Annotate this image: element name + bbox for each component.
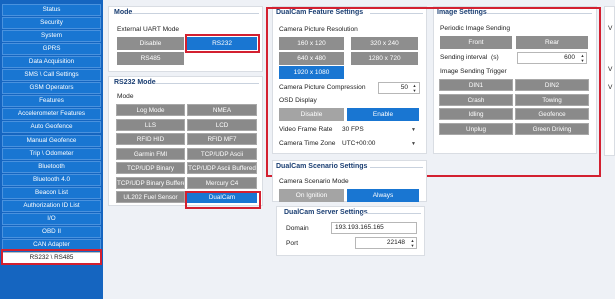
sidebar-item-sms-call-settings[interactable]: SMS \ Call Settings [2,69,101,82]
sidebar-item-system[interactable]: System [2,30,101,43]
sidebar-item-security[interactable]: Security [2,17,101,30]
scenario-title: DualCam Scenario Settings [276,163,368,170]
uart-mode-label: External UART Mode [117,26,180,33]
sidebar-item-data-acquisition[interactable]: Data Acquisition [2,56,101,69]
scenario-mode-label: Camera Scenario Mode [279,178,349,185]
port-stepper-icon[interactable]: ▲ ▼ [409,238,416,248]
port-input[interactable]: 22148 [355,237,417,249]
rs232-mode-tcp-udp-binary-button[interactable]: TCP/UDP Binary [116,162,185,174]
rs232-mode-tcp-udp-ascii-buffered-button[interactable]: TCP/UDP Ascii Buffered [187,162,257,174]
sidebar-item-auto-geofence[interactable]: Auto Geofence [2,121,101,134]
rs232-mode-garmin-fmi-button[interactable]: Garmin FMI [116,147,185,160]
scenario-on-ignition-button[interactable]: On Ignition [279,189,344,202]
rs232-highlight [185,34,260,53]
sidebar-item-bluetooth-4-0[interactable]: Bluetooth 4.0 [2,173,101,186]
rs232-mode-lls-button[interactable]: LLS [116,118,185,131]
dualcam-mode-highlight [185,191,261,209]
rs232-mode-rfid-mf7-button[interactable]: RFID MF7 [187,133,257,145]
sidebar-item-authorization-id-list[interactable]: Authorization ID List [2,199,101,212]
rs232-mode-mercury-c4-button[interactable]: Mercury C4 [187,176,257,189]
sidebar-item-i-o[interactable]: I/O [2,212,101,225]
sidebar-item-gprs[interactable]: GPRS [2,43,101,56]
sidebar-item-trip-odometer[interactable]: Trip \ Odometer [2,147,101,160]
selected-item-highlight [1,249,102,265]
rs232-mode-nmea-button[interactable]: NMEA [187,104,257,116]
title-divider [155,83,259,84]
sidebar-item-gsm-operators[interactable]: GSM Operators [2,82,101,95]
uart-rs485-button[interactable]: RS485 [117,52,184,65]
rs232-mode-log-mode-button[interactable]: Log Mode [116,104,185,116]
scenario-always-button[interactable]: Always [347,189,419,202]
port-label: Port [286,240,299,247]
partial-label: V [608,66,613,73]
sidebar-item-bluetooth[interactable]: Bluetooth [2,160,101,173]
uart-disable-button[interactable]: Disable [117,37,184,50]
server-title: DualCam Server Settings [284,209,368,216]
partial-label: V [608,84,613,91]
rs232-mode-tcp-udp-binary-buffered-button[interactable]: TCP/UDP Binary Buffered [116,176,185,189]
rs232-mode-title: RS232 Mode [114,79,156,86]
sidebar-item-obd-ii[interactable]: OBD II [2,225,101,238]
sidebar-item-manual-geofence[interactable]: Manual Geofence [2,134,101,147]
sidebar-item-status[interactable]: Status [2,4,101,16]
rs232-mode-label: Mode [117,93,134,100]
sidebar-item-beacon-list[interactable]: Beacon List [2,186,101,199]
rs232-mode-ul202-fuel-sensor-button[interactable]: UL202 Fuel Sensor [116,191,185,203]
title-divider [370,167,423,168]
sidebar-item-accelerometer-features[interactable]: Accelerometer Features [2,108,101,121]
domain-input[interactable]: 193.193.165.165 [331,222,417,234]
rs232-mode-tcp-udp-ascii-button[interactable]: TCP/UDP Ascii [187,147,257,160]
mode-title: Mode [114,9,133,16]
partial-label: V [608,25,613,32]
domain-label: Domain [286,225,309,232]
title-divider [132,13,259,14]
title-divider [362,213,421,214]
sidebar-item-features[interactable]: Features [2,95,101,108]
rs232-mode-lcd-button[interactable]: LCD [187,118,257,131]
rs232-mode-rfid-hid-button[interactable]: RFID HID [116,133,185,145]
dualcam-settings-highlight [266,7,601,177]
